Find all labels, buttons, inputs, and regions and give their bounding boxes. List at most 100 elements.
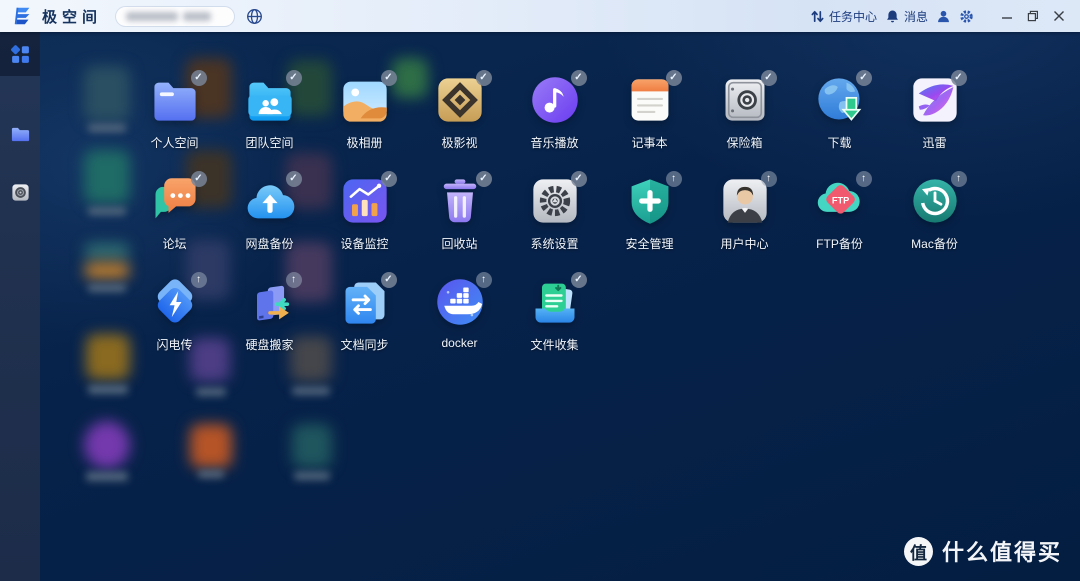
check-badge-icon bbox=[381, 272, 397, 288]
left-sidebar bbox=[0, 32, 40, 581]
app-label: FTP备份 bbox=[816, 235, 863, 252]
apps-grid-icon bbox=[10, 44, 31, 65]
app-label: 设备监控 bbox=[340, 235, 388, 252]
app-forum[interactable]: 论坛 bbox=[127, 165, 222, 266]
redacted-app-label bbox=[292, 387, 330, 395]
disc-icon bbox=[10, 182, 31, 203]
app-download[interactable]: 下载 bbox=[792, 64, 887, 165]
redacted-app-icon[interactable] bbox=[190, 424, 232, 468]
smzdm-watermark: 值 什么值得买 bbox=[904, 535, 1062, 567]
app-label: 团队空间 bbox=[245, 134, 293, 151]
app-label: 迅雷 bbox=[922, 134, 946, 151]
app-label: 极影视 bbox=[441, 134, 477, 151]
app-recycle-bin[interactable]: 回收站 bbox=[412, 165, 507, 266]
settings-button[interactable] bbox=[959, 9, 974, 24]
sidebar-item-files[interactable] bbox=[0, 112, 40, 156]
app-music-player[interactable]: 音乐播放 bbox=[507, 64, 602, 165]
check-badge-icon bbox=[381, 171, 397, 187]
redacted-app-label bbox=[198, 470, 224, 478]
minimize-icon bbox=[1001, 10, 1013, 22]
check-badge-icon bbox=[856, 70, 872, 86]
update-badge-icon bbox=[761, 171, 777, 187]
app-notepad[interactable]: 记事本 bbox=[602, 64, 697, 165]
zspace-logo-icon bbox=[12, 5, 34, 27]
username-pill-redacted[interactable] bbox=[116, 7, 234, 26]
redacted-app-icon[interactable] bbox=[84, 262, 130, 279]
restore-button[interactable] bbox=[1022, 5, 1044, 27]
check-badge-icon bbox=[571, 171, 587, 187]
app-label: 闪电传 bbox=[156, 336, 192, 353]
sidebar-item-backup-disc[interactable] bbox=[0, 170, 40, 214]
app-system-settings[interactable]: 系统设置 bbox=[507, 165, 602, 266]
app-label: 论坛 bbox=[162, 235, 186, 252]
app-safe-box[interactable]: 保险箱 bbox=[697, 64, 792, 165]
check-badge-icon bbox=[571, 272, 587, 288]
smzdm-logo-icon: 值 bbox=[904, 537, 933, 566]
task-center-button[interactable]: 任务中心 bbox=[810, 8, 877, 25]
app-title: 极空间 bbox=[42, 6, 102, 27]
app-cloud-backup[interactable]: 网盘备份 bbox=[222, 165, 317, 266]
user-icon bbox=[936, 9, 951, 24]
app-photo-album[interactable]: 极相册 bbox=[317, 64, 412, 165]
check-badge-icon bbox=[381, 70, 397, 86]
folder-icon bbox=[10, 124, 31, 145]
app-mac-backup[interactable]: Mac备份 bbox=[887, 165, 982, 266]
redacted-app-label bbox=[86, 472, 128, 481]
redacted-app-icon[interactable] bbox=[84, 243, 130, 260]
app-docker[interactable]: docker bbox=[412, 266, 507, 367]
app-team-space[interactable]: 团队空间 bbox=[222, 64, 317, 165]
app-label: 下载 bbox=[827, 134, 851, 151]
app-label: 个人空间 bbox=[150, 134, 198, 151]
app-user-center[interactable]: 用户中心 bbox=[697, 165, 792, 266]
app-xunlei[interactable]: 迅雷 bbox=[887, 64, 982, 165]
redacted-username bbox=[126, 12, 178, 21]
app-device-monitor[interactable]: 设备监控 bbox=[317, 165, 412, 266]
app-label: 文件收集 bbox=[530, 336, 578, 353]
desktop-area: 个人空间 团队空间 bbox=[40, 32, 1080, 581]
app-label: 回收站 bbox=[441, 235, 477, 252]
update-badge-icon bbox=[286, 272, 302, 288]
update-badge-icon bbox=[191, 272, 207, 288]
app-disk-migration[interactable]: 硬盘搬家 bbox=[222, 266, 317, 367]
restore-icon bbox=[1027, 10, 1039, 22]
redacted-app-icon[interactable] bbox=[292, 424, 332, 468]
app-label: 音乐播放 bbox=[530, 134, 578, 151]
redacted-app-icon[interactable] bbox=[84, 421, 130, 469]
check-badge-icon bbox=[476, 171, 492, 187]
app-personal-space[interactable]: 个人空间 bbox=[127, 64, 222, 165]
update-badge-icon bbox=[856, 171, 872, 187]
minimize-button[interactable] bbox=[996, 5, 1018, 27]
app-label: 安全管理 bbox=[625, 235, 673, 252]
app-label: 极相册 bbox=[346, 134, 382, 151]
globe-icon[interactable] bbox=[246, 8, 263, 25]
app-flash-transfer[interactable]: 闪电传 bbox=[127, 266, 222, 367]
sidebar-item-apps-home[interactable] bbox=[0, 32, 40, 76]
redacted-app-label bbox=[88, 207, 126, 215]
app-file-collect[interactable]: 文件收集 bbox=[507, 266, 602, 367]
messages-button[interactable]: 消息 bbox=[885, 8, 928, 25]
close-icon bbox=[1053, 10, 1065, 22]
app-security-manager[interactable]: 安全管理 bbox=[602, 165, 697, 266]
update-badge-icon bbox=[476, 272, 492, 288]
app-ftp-backup[interactable]: FTP FTP备份 bbox=[792, 165, 887, 266]
app-movies[interactable]: 极影视 bbox=[412, 64, 507, 165]
redacted-app-icon[interactable] bbox=[86, 334, 130, 380]
app-label: 用户中心 bbox=[720, 235, 768, 252]
redacted-app-icon[interactable] bbox=[84, 150, 130, 204]
redacted-app-label bbox=[88, 284, 126, 292]
smzdm-watermark-text: 什么值得买 bbox=[942, 535, 1062, 567]
app-label: 系统设置 bbox=[530, 235, 578, 252]
transfer-arrows-icon bbox=[810, 9, 825, 24]
app-doc-sync[interactable]: 文档同步 bbox=[317, 266, 412, 367]
close-button[interactable] bbox=[1048, 5, 1070, 27]
user-account-button[interactable] bbox=[936, 9, 951, 24]
redacted-app-label bbox=[196, 388, 226, 396]
redacted-app-icon[interactable] bbox=[84, 66, 130, 122]
app-label: 硬盘搬家 bbox=[245, 336, 293, 353]
app-label: 网盘备份 bbox=[245, 235, 293, 252]
bell-icon bbox=[885, 9, 900, 24]
svg-text:FTP: FTP bbox=[831, 196, 848, 206]
redacted-app-label bbox=[88, 385, 128, 394]
app-label: Mac备份 bbox=[911, 235, 958, 252]
gear-icon bbox=[959, 9, 974, 24]
